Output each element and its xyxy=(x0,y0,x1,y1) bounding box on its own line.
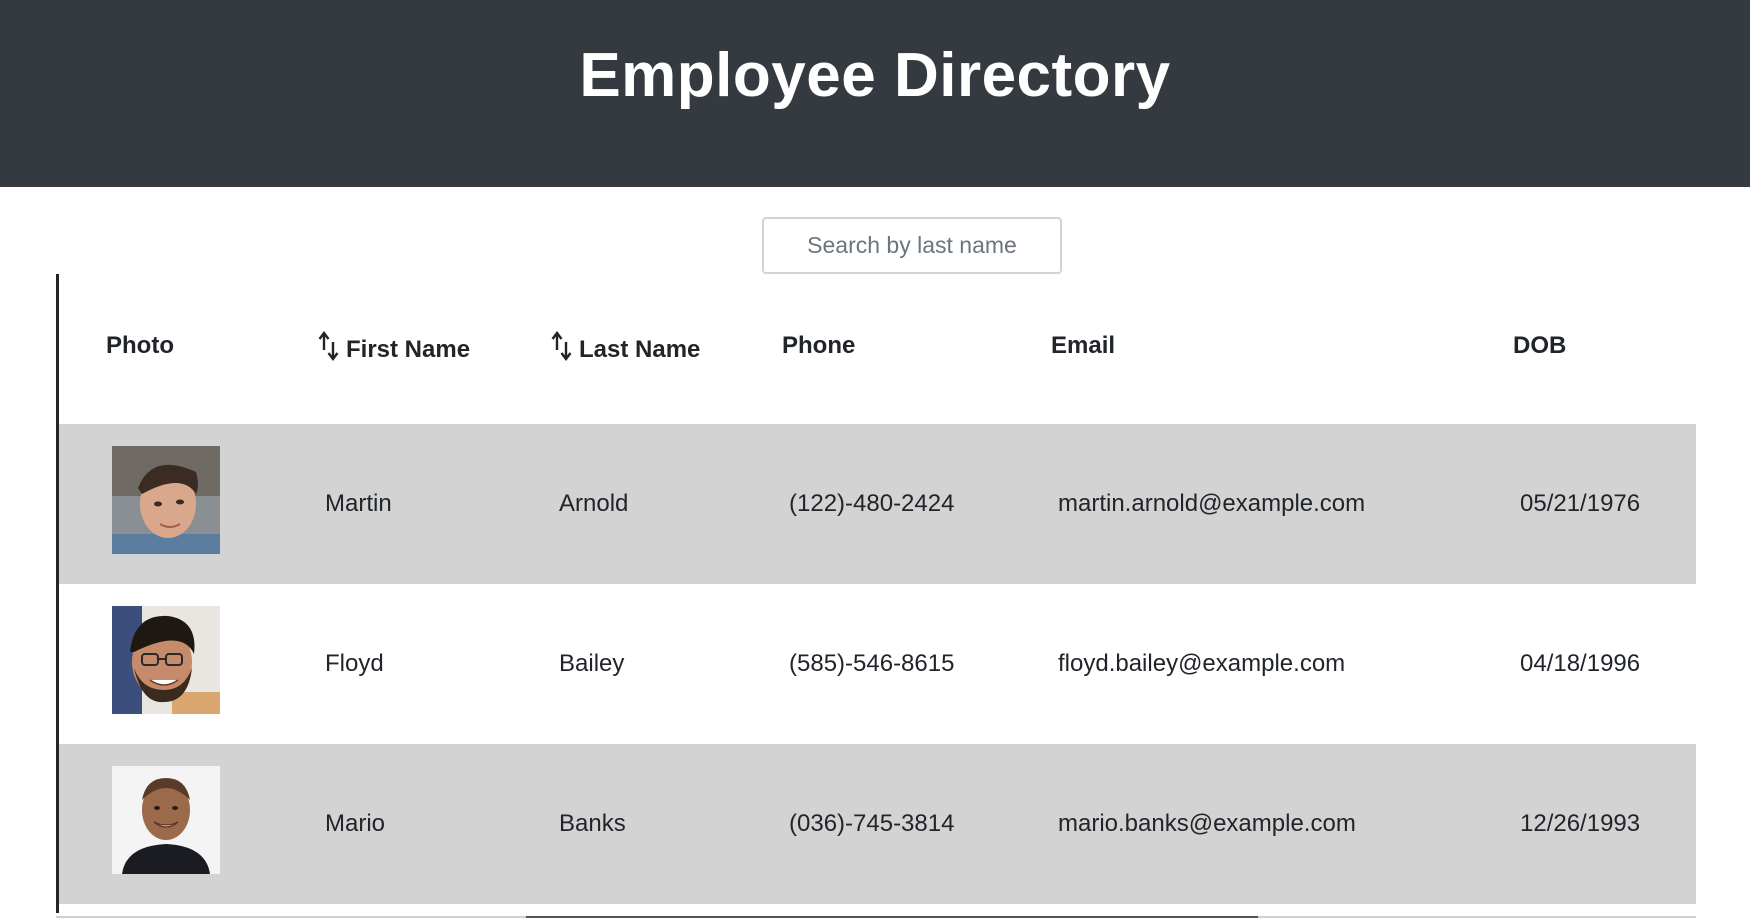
column-header-label: DOB xyxy=(1513,332,1567,359)
last-name-cell: Banks xyxy=(559,810,626,837)
first-name-cell: Mario xyxy=(325,810,386,837)
dob-cell: 12/26/1993 xyxy=(1520,810,1641,837)
sort-arrows-icon[interactable] xyxy=(318,330,340,364)
email-cell: martin.arnold@example.com xyxy=(1058,490,1366,517)
sort-arrows-icon[interactable] xyxy=(551,330,573,364)
first-name-cell: Martin xyxy=(325,490,392,517)
email-cell: mario.banks@example.com xyxy=(1058,810,1356,837)
page-header: Employee Directory xyxy=(0,0,1750,187)
table-row: Mario Banks (036)-745-3814 mario.banks@e… xyxy=(59,744,1696,904)
last-name-cell: Arnold xyxy=(559,490,629,517)
column-header-label: Photo xyxy=(106,332,174,359)
column-header-label: Email xyxy=(1051,332,1116,359)
first-name-cell: Floyd xyxy=(325,650,384,677)
column-header-last-name[interactable]: Last Name xyxy=(551,330,700,364)
employee-photo xyxy=(112,766,220,874)
table-header: Photo First Name Last Name Phone Email D… xyxy=(59,274,1696,424)
horizontal-scrollbar[interactable] xyxy=(56,913,1696,918)
phone-cell: (036)-745-3814 xyxy=(789,810,955,837)
employee-photo xyxy=(112,606,220,714)
column-header-label: First Name xyxy=(346,336,471,363)
column-header-first-name[interactable]: First Name xyxy=(318,330,470,364)
column-header-email: Email xyxy=(1051,332,1115,360)
column-header-label: Last Name xyxy=(579,336,701,363)
dob-cell: 04/18/1996 xyxy=(1520,650,1641,677)
dob-cell: 05/21/1976 xyxy=(1520,490,1641,517)
table-row: Floyd Bailey (585)-546-8615 floyd.bailey… xyxy=(59,584,1696,744)
table-row: Martin Arnold (122)-480-2424 martin.arno… xyxy=(59,424,1696,584)
search-input[interactable] xyxy=(762,217,1062,274)
employee-photo xyxy=(112,446,220,554)
phone-cell: (585)-546-8615 xyxy=(789,650,955,677)
phone-cell: (122)-480-2424 xyxy=(789,490,955,517)
page-title: Employee Directory xyxy=(579,41,1171,110)
column-header-dob: DOB xyxy=(1513,332,1566,360)
email-cell: floyd.bailey@example.com xyxy=(1058,650,1346,677)
column-header-phone: Phone xyxy=(782,332,855,360)
column-header-photo: Photo xyxy=(106,332,174,360)
last-name-cell: Bailey xyxy=(559,650,625,677)
employee-table: Photo First Name Last Name Phone Email D… xyxy=(59,274,1696,904)
column-header-label: Phone xyxy=(782,332,856,359)
